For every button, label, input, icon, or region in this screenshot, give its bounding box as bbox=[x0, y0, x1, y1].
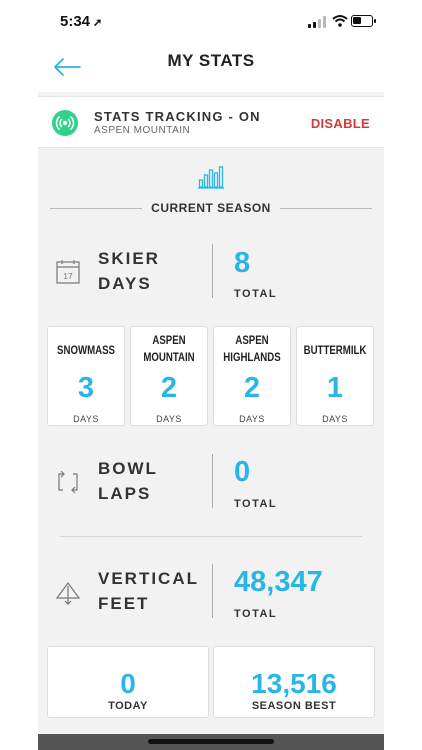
mountain-days-unit: DAYS bbox=[239, 414, 265, 424]
mountain-name-line-1: ASPEN bbox=[235, 335, 269, 347]
mountain-name-line-2: HIGHLANDS bbox=[223, 352, 281, 364]
today-vertical-value: 0 bbox=[120, 668, 136, 699]
location-arrow-icon: ➚ bbox=[93, 17, 103, 29]
vertical-feet-divider bbox=[212, 564, 213, 618]
season-best-card[interactable]: 13,516 SEASON BEST bbox=[213, 646, 375, 718]
vertical-feet-unit: TOTAL bbox=[234, 608, 278, 620]
clock-text: 5:34 bbox=[60, 13, 91, 30]
status-time: 5:34 ➚ bbox=[60, 13, 102, 30]
tracking-status-text: STATS TRACKING - ON bbox=[94, 109, 261, 124]
today-vertical-card[interactable]: 0 TODAY bbox=[47, 646, 209, 718]
mountain-name-line-1: ASPEN bbox=[152, 335, 186, 347]
bowl-laps-label-line-1: BOWL bbox=[98, 459, 158, 478]
bar-chart-icon bbox=[198, 166, 224, 189]
signal-icon bbox=[308, 16, 328, 28]
mountain-card-snowmass[interactable]: SNOWMASS 3 DAYS bbox=[47, 326, 125, 426]
section-divider bbox=[60, 536, 362, 537]
disable-tracking-button[interactable]: DISABLE bbox=[311, 116, 370, 131]
home-indicator[interactable] bbox=[148, 739, 274, 744]
skier-days-label-line-1: SKIER bbox=[98, 249, 160, 268]
mountain-days-unit: DAYS bbox=[322, 414, 348, 424]
season-best-value: 13,516 bbox=[251, 668, 337, 699]
vertical-feet-label-line-1: VERTICAL bbox=[98, 569, 199, 588]
status-bar: 5:34 ➚ bbox=[38, 0, 384, 44]
calendar-icon: 17 bbox=[56, 260, 80, 284]
battery-icon bbox=[351, 15, 376, 27]
mountain-days-value: 2 bbox=[160, 372, 178, 404]
bowl-laps-unit: TOTAL bbox=[234, 498, 278, 510]
app-screen: 5:34 ➚ MY STATS STATS TRACKING - ON ASPEN… bbox=[38, 0, 384, 750]
bowl-laps-label-line-2: LAPS bbox=[98, 484, 152, 503]
page-title: MY STATS bbox=[167, 51, 255, 70]
vertical-feet-label-line-2: FEET bbox=[98, 594, 150, 613]
mountain-days-unit: DAYS bbox=[156, 414, 182, 424]
bowl-laps-divider bbox=[212, 454, 213, 508]
mountain-days-value: 3 bbox=[77, 372, 95, 404]
skier-days-label: SKIER DAYS bbox=[98, 246, 214, 296]
vertical-feet-value: 48,347 bbox=[234, 566, 323, 598]
vertical-feet-label: VERTICAL FEET bbox=[98, 566, 214, 616]
bowl-laps-value: 0 bbox=[234, 456, 251, 488]
header: MY STATS bbox=[38, 44, 384, 92]
mountain-days-value: 2 bbox=[243, 372, 261, 404]
mountain-card-aspen-highlands[interactable]: ASPEN HIGHLANDS 2 DAYS bbox=[213, 326, 291, 426]
bowl-laps-label: BOWL LAPS bbox=[98, 456, 214, 506]
vertical-mountain-icon bbox=[55, 581, 81, 605]
mountain-days-value: 1 bbox=[326, 372, 344, 404]
mountain-card-aspen-mountain[interactable]: ASPEN MOUNTAIN 2 DAYS bbox=[130, 326, 208, 426]
tracking-radar-icon bbox=[52, 110, 78, 136]
skier-days-unit: TOTAL bbox=[234, 288, 278, 300]
skier-days-divider bbox=[212, 244, 213, 298]
skier-days-value: 8 bbox=[234, 247, 251, 279]
current-season-label: CURRENT SEASON bbox=[151, 201, 271, 215]
mountain-name-line-2: MOUNTAIN bbox=[143, 352, 195, 364]
calendar-day-number: 17 bbox=[63, 271, 73, 281]
wifi-icon bbox=[332, 15, 348, 27]
mountain-name: BUTTERMILK bbox=[303, 345, 367, 357]
laps-cycle-icon bbox=[58, 470, 78, 494]
skier-days-label-line-2: DAYS bbox=[98, 274, 152, 293]
tracking-location-text: ASPEN MOUNTAIN bbox=[94, 125, 191, 136]
season-best-label: SEASON BEST bbox=[251, 700, 337, 712]
mountain-name: SNOWMASS bbox=[57, 345, 115, 357]
mountain-card-buttermilk[interactable]: BUTTERMILK 1 DAYS bbox=[296, 326, 374, 426]
today-vertical-label: TODAY bbox=[108, 700, 148, 712]
tracking-banner: STATS TRACKING - ON ASPEN MOUNTAIN DISAB… bbox=[38, 96, 384, 148]
mountain-days-unit: DAYS bbox=[73, 414, 99, 424]
